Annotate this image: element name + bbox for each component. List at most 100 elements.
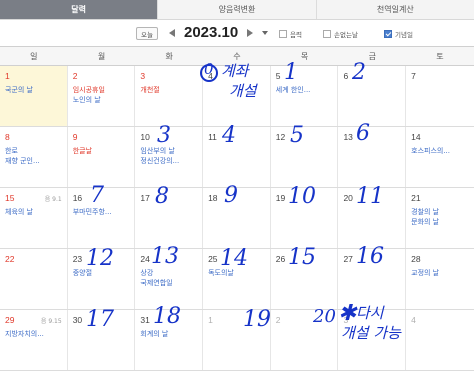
day-cell[interactable]: 11 <box>203 127 271 187</box>
handwritten-number: 2 <box>352 60 366 85</box>
day-events: 세계 한인... <box>276 85 336 95</box>
day-number: 1 <box>5 71 10 81</box>
handwritten-note-open: 개설 <box>229 82 257 100</box>
tab-0[interactable]: 달력 <box>0 0 159 19</box>
anniversary-checkbox[interactable] <box>384 30 392 38</box>
option-lunar[interactable]: 음력 <box>279 29 302 39</box>
calendar-event[interactable]: 한로 <box>5 146 65 156</box>
anniversary-label: 기념일 <box>395 31 413 39</box>
day-cell[interactable]: 1 국군의 날 <box>0 66 68 126</box>
handwritten-number: 15 <box>288 245 316 270</box>
calendar-event[interactable]: 상강 <box>140 268 200 278</box>
calendar-event[interactable]: 회계의 날 <box>140 329 200 339</box>
day-cell[interactable]: 13 <box>338 127 407 187</box>
day-cell[interactable]: 12 <box>271 127 339 187</box>
day-number: 17 <box>140 193 150 203</box>
handwritten-number: 18 <box>153 304 181 329</box>
handwritten-note-possible: 개설 가능 <box>341 324 401 342</box>
calendar-event[interactable]: 국제연합일 <box>140 278 200 288</box>
handwritten-number: 3 <box>157 123 171 148</box>
day-number: 24 <box>140 254 150 264</box>
day-number: 27 <box>343 254 353 264</box>
calendar-event[interactable]: 정신건강의... <box>140 156 200 166</box>
day-number: 11 <box>208 132 217 142</box>
calendar-event[interactable]: 문화의 날 <box>411 217 472 227</box>
day-number: 13 <box>343 132 353 142</box>
day-cell[interactable]: 4 <box>406 310 474 370</box>
day-events: 국군의 날 <box>5 85 65 95</box>
day-cell[interactable]: 28 교정의 날 <box>406 249 474 309</box>
month-dropdown-icon[interactable] <box>262 31 268 35</box>
day-number: 16 <box>72 193 83 203</box>
day-cell[interactable]: 6 <box>338 66 407 126</box>
day-cell[interactable]: 14 호스피스의... <box>406 127 474 187</box>
lunar-date: 음 9.15 <box>40 318 62 325</box>
option-auspicious-day[interactable]: 손없는날 <box>323 29 358 39</box>
day-cell[interactable]: 9 한글날 <box>68 127 136 187</box>
calendar-event[interactable]: 재향 군인... <box>5 156 65 166</box>
calendar-event[interactable]: 교정의 날 <box>411 268 472 278</box>
day-number: 28 <box>411 254 421 264</box>
day-number: 1 <box>208 315 213 325</box>
day-number: 14 <box>411 132 421 142</box>
tab-2[interactable]: 천역일계산 <box>317 0 474 19</box>
day-number: 18 <box>208 193 218 203</box>
day-cell[interactable]: 22 <box>0 249 68 309</box>
handwritten-number: 13 <box>151 244 179 269</box>
calendar-event[interactable]: 개천절 <box>140 85 200 95</box>
day-number: 3 <box>140 71 146 81</box>
day-number: 2 <box>275 315 281 325</box>
day-number: 25 <box>208 254 218 264</box>
handwritten-number: 1 <box>284 60 298 85</box>
calendar-event[interactable]: 부마민주항... <box>73 207 133 217</box>
auspicious-day-checkbox[interactable] <box>323 30 331 38</box>
lunar-label: 음력 <box>290 31 302 39</box>
top-tab-bar: 달력 양음력변환 천역일계산 <box>0 0 474 20</box>
tab-1[interactable]: 양음력변환 <box>158 0 317 19</box>
day-cell[interactable]: 7 <box>406 66 474 126</box>
calendar-event[interactable]: 체육의 날 <box>5 207 65 217</box>
day-cell[interactable]: 17 <box>135 188 204 248</box>
handwritten-star-icon: ✱ <box>338 301 357 326</box>
day-events: 부마민주항... <box>73 207 133 217</box>
day-events: 상강 국제연합일 <box>140 268 200 288</box>
handwritten-number: 19 <box>243 307 271 332</box>
calendar-week-row: 8 한로 재향 군인... 9 한글날 10 임산부의 날 정신건강의... 11 12 13 14 호… <box>0 127 474 188</box>
today-button[interactable]: 오늘 <box>136 27 158 40</box>
calendar-event[interactable]: 호스피스의... <box>411 146 472 156</box>
day-number: 20 <box>343 193 353 203</box>
weekday-label: 화 <box>165 51 173 61</box>
calendar-event[interactable]: 노인의 날 <box>73 95 133 105</box>
handwritten-number: 11 <box>356 184 384 209</box>
day-number: 29 <box>5 315 15 325</box>
day-events: 호스피스의... <box>411 146 472 156</box>
day-cell[interactable]: 2 임시공휴일 노인의 날 <box>68 66 136 126</box>
day-number: 8 <box>5 132 10 142</box>
lunar-checkbox[interactable] <box>279 30 287 38</box>
day-cell[interactable]: 15 음 9.1 체육의 날 <box>0 188 68 248</box>
day-events: 임산부의 날 정신건강의... <box>140 146 200 166</box>
day-cell[interactable]: 3 개천절 <box>135 66 204 126</box>
calendar-event[interactable]: 지방자치의... <box>5 329 65 339</box>
day-number: 26 <box>275 254 286 264</box>
day-cell[interactable]: 29 음 9.15 지방자치의... <box>0 310 68 370</box>
day-cell[interactable]: 21 경찰의 날 문화의 날 <box>406 188 474 248</box>
option-anniversary[interactable]: 기념일 <box>384 29 413 39</box>
calendar-event[interactable]: 세계 한인... <box>276 85 336 95</box>
handwritten-number: 6 <box>356 121 370 146</box>
calendar-event[interactable]: 한글날 <box>73 146 133 156</box>
prev-month-icon[interactable] <box>169 29 175 37</box>
calendar-event[interactable]: 국군의 날 <box>5 85 65 95</box>
handwritten-number: 12 <box>86 246 114 271</box>
day-cell[interactable]: 5 세계 한인... <box>271 66 339 126</box>
calendar-event[interactable]: 경찰의 날 <box>411 207 472 217</box>
day-number: 19 <box>275 193 286 203</box>
day-number: 7 <box>411 71 416 81</box>
day-number: 30 <box>72 315 83 325</box>
day-events: 개천절 <box>140 85 200 95</box>
day-number: 31 <box>140 315 150 325</box>
day-number: 9 <box>72 132 78 142</box>
calendar-event[interactable]: 임시공휴일 <box>73 85 133 95</box>
next-month-icon[interactable] <box>247 29 253 37</box>
day-cell[interactable]: 8 한로 재향 군인... <box>0 127 68 187</box>
